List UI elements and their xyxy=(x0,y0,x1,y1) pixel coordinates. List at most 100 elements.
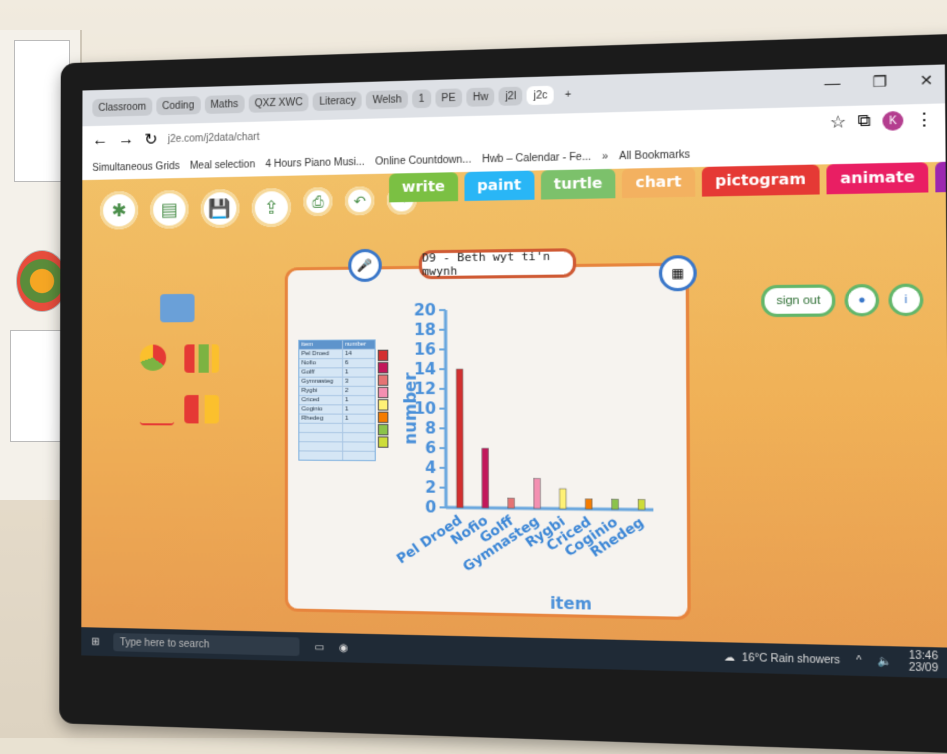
profile-avatar[interactable]: K xyxy=(882,111,903,131)
taskbar-search[interactable]: Type here to search xyxy=(114,633,300,656)
table-cell[interactable]: 1 xyxy=(342,368,375,376)
bookmark-item[interactable]: » xyxy=(602,151,608,163)
bookmark-item[interactable]: Meal selection xyxy=(190,159,255,172)
table-cell[interactable]: Rhedeg xyxy=(299,415,342,423)
volume-icon[interactable]: 🔈 xyxy=(878,655,893,667)
browser-tab[interactable]: 1 xyxy=(412,89,431,108)
table-cell[interactable]: 1 xyxy=(342,405,375,413)
browser-tab[interactable]: j2l xyxy=(499,87,523,106)
table-cell[interactable]: Golff xyxy=(299,368,341,376)
table-cell[interactable]: Criced xyxy=(299,396,342,404)
table-cell[interactable]: 6 xyxy=(342,359,375,367)
table-cell[interactable]: Coginio xyxy=(299,405,342,413)
browser-tab[interactable]: Hw xyxy=(466,87,494,106)
colour-swatch[interactable] xyxy=(378,436,389,447)
block-chart-icon[interactable] xyxy=(184,395,219,423)
table-icon[interactable] xyxy=(160,294,194,323)
table-row-empty[interactable] xyxy=(299,450,374,460)
bookmark-item[interactable]: Simultaneous Grids xyxy=(92,160,180,173)
table-row[interactable]: Coginio1 xyxy=(299,404,374,413)
clock[interactable]: 13:46 23/09 xyxy=(909,650,939,675)
browser-tab[interactable]: Literacy xyxy=(313,91,362,111)
colour-swatch[interactable] xyxy=(378,387,389,398)
microphone-icon[interactable]: 🎤 xyxy=(348,249,382,282)
forward-icon[interactable]: → xyxy=(118,131,134,149)
user-icon[interactable]: ● xyxy=(844,284,879,317)
folder-icon[interactable]: ▤ xyxy=(150,190,188,229)
table-row[interactable]: Golff1 xyxy=(299,367,374,376)
table-row[interactable]: Pel Droed14 xyxy=(299,349,374,359)
bookmark-item[interactable]: Hwb – Calendar - Fe... xyxy=(482,151,591,165)
colour-swatch[interactable] xyxy=(378,424,389,435)
mode-tab-animate[interactable]: animate xyxy=(826,162,929,194)
mode-tab-turtle[interactable]: turtle xyxy=(541,169,616,200)
browser-tab[interactable]: Classroom xyxy=(92,97,152,117)
chrome-icon[interactable]: ◉ xyxy=(339,642,348,654)
table-cell[interactable]: Pel Droed xyxy=(299,350,341,358)
colour-swatch[interactable] xyxy=(378,374,389,385)
table-row[interactable]: Gymnasteg3 xyxy=(299,377,374,386)
colour-swatch[interactable] xyxy=(378,412,389,423)
table-row[interactable]: Rygbi2 xyxy=(299,386,374,395)
upload-icon[interactable]: ⇪ xyxy=(252,188,291,227)
table-cell[interactable]: Gymnasteg xyxy=(299,378,341,386)
table-cell[interactable]: 14 xyxy=(342,350,375,358)
table-cell[interactable]: 1 xyxy=(342,415,375,423)
line-chart-icon[interactable] xyxy=(140,395,174,425)
info-button[interactable]: i xyxy=(888,283,923,316)
j2data-app: ✱ ▤ 💾 ⇪ ⎙ ↶ ↷ writepaintturtlechartpicto… xyxy=(81,162,947,679)
weather-widget[interactable]: ☁ 16°C Rain showers xyxy=(724,651,840,666)
browser-tab[interactable]: PE xyxy=(435,88,462,107)
bookmark-item[interactable]: All Bookmarks xyxy=(619,149,690,162)
table-row-empty[interactable] xyxy=(299,441,374,451)
bookmark-item[interactable]: Online Countdown... xyxy=(375,154,471,167)
table-cell[interactable]: Rygbi xyxy=(299,387,341,395)
save-icon[interactable]: 💾 xyxy=(201,189,240,228)
table-cell[interactable]: 1 xyxy=(342,396,375,404)
print-icon[interactable]: ⎙ xyxy=(303,187,332,216)
table-cell[interactable]: 3 xyxy=(342,378,375,386)
table-row-empty[interactable] xyxy=(299,423,374,433)
colour-swatch[interactable] xyxy=(378,362,389,373)
extensions-icon[interactable]: ⧉ xyxy=(858,112,871,132)
y-tick-label: 2 xyxy=(425,478,436,497)
mode-tab-chart[interactable]: chart xyxy=(622,167,695,198)
table-cell[interactable]: Nofio xyxy=(299,359,341,367)
file-explorer-icon[interactable]: ▭ xyxy=(314,641,324,653)
mode-tab-pictogram[interactable]: pictogram xyxy=(701,164,819,196)
minimize-button[interactable]: — xyxy=(824,74,840,93)
pie-chart-icon[interactable] xyxy=(140,345,166,371)
sign-out-button[interactable]: sign out xyxy=(762,284,836,317)
browser-tab[interactable]: QXZ XWC xyxy=(248,93,308,113)
mode-tab-paint[interactable]: paint xyxy=(464,171,534,201)
table-row-empty[interactable] xyxy=(299,432,374,442)
bar xyxy=(456,369,463,508)
star-icon[interactable]: ☆ xyxy=(830,111,847,133)
back-icon[interactable]: ← xyxy=(92,132,108,150)
colour-swatch[interactable] xyxy=(378,350,389,361)
chevron-up-icon[interactable]: ^ xyxy=(856,655,862,667)
menu-icon[interactable]: ⋮ xyxy=(915,109,934,131)
new-tab-button[interactable]: + xyxy=(558,85,578,104)
mode-tab-branch[interactable]: branch xyxy=(936,160,947,192)
undo-icon[interactable]: ↶ xyxy=(345,186,374,215)
close-button[interactable]: ✕ xyxy=(920,71,934,90)
browser-tab[interactable]: Maths xyxy=(204,95,244,114)
bookmark-item[interactable]: 4 Hours Piano Musi... xyxy=(265,156,364,169)
restore-button[interactable]: ❐ xyxy=(872,73,887,92)
windows-icon[interactable]: ⊞ xyxy=(91,636,99,647)
browser-tab[interactable]: Welsh xyxy=(366,90,408,110)
bar-chart-icon[interactable] xyxy=(184,344,219,372)
chart-title-field[interactable]: D9 - Beth wyt ti'n mwynh xyxy=(419,248,576,279)
browser-tab[interactable]: Coding xyxy=(156,96,200,115)
table-row[interactable]: Nofio6 xyxy=(299,358,374,367)
table-row[interactable]: Criced1 xyxy=(299,395,374,404)
browser-tab[interactable]: j2c xyxy=(527,86,554,105)
home-icon[interactable]: ✱ xyxy=(100,191,138,230)
chart-style-icon[interactable]: ▦ xyxy=(659,255,697,291)
table-cell[interactable]: 2 xyxy=(342,387,375,395)
mode-tab-write[interactable]: write xyxy=(389,172,458,202)
reload-icon[interactable]: ↻ xyxy=(144,129,158,149)
table-row[interactable]: Rhedeg1 xyxy=(299,414,374,423)
colour-swatch[interactable] xyxy=(378,399,389,410)
